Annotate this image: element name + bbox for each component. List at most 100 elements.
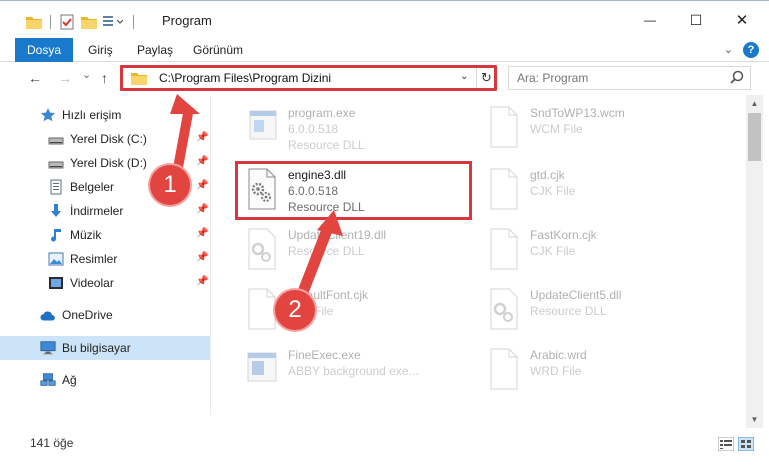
quick-access-toolbar: [26, 13, 142, 31]
drive-icon: [48, 137, 64, 145]
forward-button[interactable]: →: [58, 70, 72, 86]
customize-toolbar-icon[interactable]: [103, 15, 125, 29]
file-item[interactable]: FineExec.exe ABBY background exe...: [236, 343, 476, 399]
tab-gorunum[interactable]: Görünüm: [193, 38, 243, 62]
exe-file-icon: [249, 110, 277, 140]
status-bar: 141 öğe: [0, 431, 769, 471]
file-list: program.exe 6.0.0.518 Resource DLL SndTo…: [212, 95, 748, 431]
file-item[interactable]: program.exe 6.0.0.518 Resource DLL: [236, 101, 476, 157]
tab-dosya[interactable]: Dosya: [15, 38, 73, 62]
item-count: 141 öğe: [30, 436, 74, 450]
file-type: Resource DLL: [288, 138, 365, 152]
search-box[interactable]: Ara: Program: [508, 66, 751, 90]
sidebar-item-pictures[interactable]: Resimler 📌: [0, 247, 210, 271]
sidebar-item-music[interactable]: Müzik 📌: [0, 223, 210, 247]
scroll-up-icon[interactable]: ▲: [746, 95, 763, 112]
sidebar-item-label: Resimler: [70, 252, 118, 266]
drive-icon: [48, 161, 64, 169]
search-icon[interactable]: [730, 70, 744, 84]
file-name: gtd.cjk: [530, 168, 565, 182]
step-1-callout: 1: [150, 165, 190, 205]
up-button[interactable]: ↑: [101, 70, 108, 86]
close-button[interactable]: ✕: [719, 1, 765, 39]
file-item[interactable]: DefaultFont.cjk CJK File: [236, 283, 476, 339]
pin-icon[interactable]: 📌: [196, 252, 208, 263]
navigation-pane: Hızlı erişim Yerel Disk (C:) 📌 Yerel Dis…: [0, 95, 210, 431]
sidebar-item-label: Yerel Disk (D:): [70, 156, 147, 170]
large-icons-view-icon[interactable]: [738, 437, 754, 451]
pin-icon[interactable]: 📌: [196, 276, 208, 287]
exe-file-icon: [247, 352, 277, 382]
navigation-bar: ← → ⌄ ↑ C:\Program Files\Program Dizini …: [0, 62, 769, 95]
file-type: CJK File: [530, 184, 576, 198]
details-view-icon[interactable]: [718, 437, 734, 451]
search-input[interactable]: Ara: Program: [517, 71, 588, 85]
scroll-thumb[interactable]: [748, 113, 761, 161]
sidebar-item-label: Bu bilgisayar: [62, 341, 131, 355]
maximize-button[interactable]: ☐: [673, 1, 719, 39]
sidebar-item-onedrive[interactable]: OneDrive: [0, 303, 210, 327]
documents-icon: [50, 179, 62, 195]
pane-divider[interactable]: [210, 95, 211, 415]
pin-icon[interactable]: 📌: [196, 156, 208, 167]
sidebar-item-network[interactable]: Ağ: [0, 368, 210, 392]
file-item[interactable]: UpdateClient19.dll Resource DLL: [236, 223, 476, 279]
music-icon: [51, 229, 61, 242]
dll-file-icon: [490, 288, 518, 330]
recent-locations-button[interactable]: ⌄: [82, 68, 91, 81]
pin-icon[interactable]: 📌: [196, 228, 208, 239]
sidebar-item-label: OneDrive: [62, 308, 113, 322]
file-item[interactable]: FastKorn.cjk CJK File: [478, 223, 718, 279]
file-name: program.exe: [288, 106, 356, 120]
sidebar-item-this-pc[interactable]: Bu bilgisayar: [0, 336, 210, 360]
file-item[interactable]: gtd.cjk CJK File: [478, 163, 718, 219]
dll-file-icon: [248, 228, 276, 270]
sidebar-item-videos[interactable]: Videolar 📌: [0, 271, 210, 295]
file-type: Resource DLL: [288, 244, 365, 258]
new-folder-icon[interactable]: [81, 15, 97, 29]
minimize-button[interactable]: —: [627, 1, 673, 39]
pictures-icon: [48, 252, 64, 266]
videos-icon: [49, 277, 63, 289]
sidebar-item-label: Hızlı erişim: [62, 108, 122, 122]
generic-file-icon: [490, 228, 518, 270]
file-version: 6.0.0.518: [288, 122, 339, 136]
file-item[interactable]: Arabic.wrd WRD File: [478, 343, 718, 399]
sidebar-item-local-disk-c[interactable]: Yerel Disk (C:) 📌: [0, 127, 210, 151]
sidebar-item-label: Müzik: [70, 228, 102, 242]
pin-icon[interactable]: 📌: [196, 204, 208, 215]
pin-icon[interactable]: 📌: [196, 132, 208, 143]
back-button[interactable]: ←: [28, 70, 42, 86]
tab-paylas[interactable]: Paylaş: [137, 38, 173, 62]
file-type: Resource DLL: [530, 304, 607, 318]
file-type: ABBY background exe...: [288, 364, 419, 378]
toolbar-separator: [50, 15, 51, 29]
file-name: UpdateClient5.dll: [530, 288, 622, 302]
pin-icon[interactable]: 📌: [196, 180, 208, 191]
tab-giris[interactable]: Giriş: [88, 38, 113, 62]
generic-file-icon: [490, 348, 518, 390]
sidebar-item-quick-access[interactable]: Hızlı erişim: [0, 103, 210, 127]
file-item[interactable]: SndToWP13.wcm WCM File: [478, 101, 718, 157]
file-name: FastKorn.cjk: [530, 228, 597, 242]
window-title: Program: [162, 13, 212, 28]
generic-file-icon: [490, 168, 518, 210]
help-icon[interactable]: ?: [743, 42, 759, 58]
scroll-down-icon[interactable]: ▼: [746, 411, 763, 428]
star-icon: [40, 108, 56, 122]
address-highlight-annotation: [120, 65, 497, 91]
file-name: SndToWP13.wcm: [530, 106, 625, 120]
file-type: CJK File: [530, 244, 576, 258]
ribbon-expand-icon[interactable]: ⌄: [724, 43, 733, 56]
vertical-scrollbar[interactable]: ▲ ▼: [746, 95, 763, 428]
sidebar-item-label: İndirmeler: [70, 204, 124, 218]
properties-icon[interactable]: [59, 14, 75, 30]
step-2-callout: 2: [275, 290, 315, 330]
file-item[interactable]: UpdateClient5.dll Resource DLL: [478, 283, 718, 339]
sidebar-item-label: Videolar: [70, 276, 114, 290]
network-icon: [40, 373, 56, 386]
sidebar-item-label: Ağ: [62, 373, 77, 387]
file-name: FineExec.exe: [288, 348, 361, 362]
file-name: UpdateClient19.dll: [288, 228, 387, 242]
sidebar-item-label: Yerel Disk (C:): [70, 132, 147, 146]
